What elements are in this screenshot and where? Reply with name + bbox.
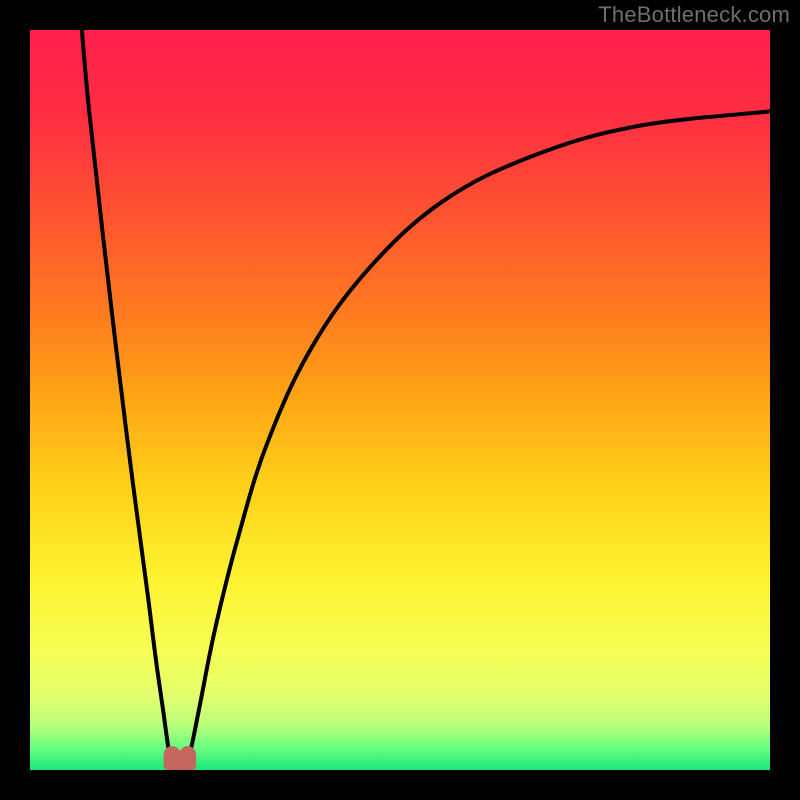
bottleneck-chart [30, 30, 770, 770]
watermark-label: TheBottleneck.com [598, 2, 790, 28]
minimum-marker [172, 755, 188, 770]
chart-frame: TheBottleneck.com [0, 0, 800, 800]
gradient-background [30, 30, 770, 770]
